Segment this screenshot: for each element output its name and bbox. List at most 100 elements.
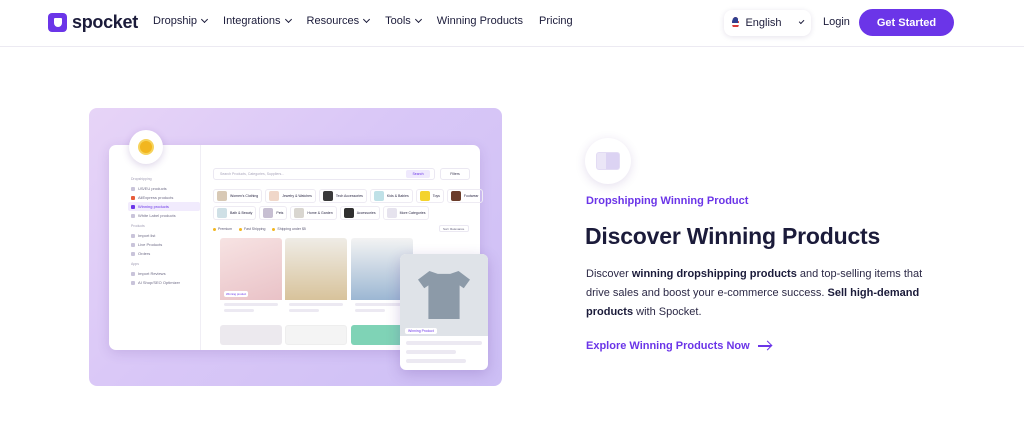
desc-text: Discover [586,268,632,280]
product-card: Winning product [220,238,282,312]
desc-text: with Spocket. [633,306,702,318]
chevron-down-icon [284,15,292,24]
menu-item-pricing[interactable]: Pricing [539,15,573,27]
us-flag-icon [732,17,740,29]
sidebar-item: US/EU products [131,184,200,193]
category-chip: Footwear [446,189,483,203]
section-eyebrow: Dropshipping Winning Product [586,195,749,207]
winning-product-tag: Winning product [224,291,249,297]
top-navigation: spocket Dropship Integrations Resources … [0,0,1024,47]
language-selector[interactable]: English [724,10,811,36]
menu-label: Resources [306,15,360,27]
featured-product-card: Winning Product [400,254,488,370]
menu-label: Integrations [223,15,281,27]
link-label: Explore Winning Products Now [586,340,750,352]
sidebar-item: Import list [131,231,200,240]
hero-description: Discover winning dropshipping products a… [586,265,926,322]
page-title: Discover Winning Products [585,223,881,249]
sidebar-section: Dropshipping [131,177,152,181]
brand-logo[interactable]: spocket [48,12,138,33]
menu-label: Dropship [153,15,198,27]
filter-chip: Fast Shipping [239,227,265,231]
mockup-search-input: Search Products, Categories, Suppliers..… [213,168,435,180]
menu-item-integrations[interactable]: Integrations [223,15,292,27]
menu-label: Tools [385,15,411,27]
mockup-sidebar: Dropshipping US/EU products AliExpress p… [109,145,201,350]
filter-chip-label: Premium [218,227,233,231]
sidebar-item: Orders [131,249,200,258]
sidebar-item: Live Products [131,240,200,249]
chevron-down-icon [414,15,422,24]
sidebar-item-label: AliExpress products [138,195,174,200]
filter-chip: Premium [213,227,232,231]
medal-icon [129,130,163,164]
chevron-down-icon [798,18,805,25]
product-card [285,238,347,312]
category-chip: Jewelry & Watches [265,189,316,203]
category-label: Tech Accessories [335,194,363,198]
product-card [220,325,282,345]
category-chip: Pets [259,206,288,220]
sidebar-item-label: AI Shop/SEO Optimizer [138,280,181,285]
category-label: Jewelry & Watches [282,194,312,198]
chevron-down-icon [200,15,209,24]
sidebar-item-active: Winning products [128,202,200,211]
sidebar-section: Products [131,224,145,228]
category-chip: More Categories [382,206,430,220]
page: spocket Dropship Integrations Resources … [0,0,1024,424]
category-label: Home & Garden [307,211,333,215]
sidebar-item-label: Winning products [138,204,169,209]
sidebar-item-label: Import Reviews [138,271,166,276]
category-label: Kids & Babies [386,194,409,198]
product-image-tshirt [400,254,488,336]
products-list-icon [585,138,631,184]
sort-dropdown: Sort: Relevance [439,225,469,232]
category-chip: Bath & Beauty [213,206,257,220]
category-chip: Kids & Babies [369,189,413,203]
chevron-down-icon [363,15,371,24]
category-grid: Women's Clothing Jewelry & Watches Tech … [213,189,483,223]
category-chip: Tech Accessories [318,189,367,203]
get-started-button[interactable]: Get Started [859,9,954,36]
category-label: Pets [276,211,284,215]
menu-item-resources[interactable]: Resources [306,15,371,27]
login-link[interactable]: Login [823,16,850,28]
category-label: Women's Clothing [230,194,259,198]
category-chip: Accessories [339,206,380,220]
menu-item-tools[interactable]: Tools [385,15,422,27]
filter-chip-label: Fast Shipping [244,227,266,231]
winning-product-tag: Winning Product [405,328,437,334]
sidebar-item-label: Live Products [138,242,163,247]
arrow-right-icon [757,345,771,347]
sidebar-item: AliExpress products [131,193,200,202]
menu-item-winning-products[interactable]: Winning Products [437,15,523,27]
mockup-filters-button: Filters [440,168,470,180]
desc-bold: winning dropshipping products [631,268,797,280]
sidebar-section: Apps [131,262,139,266]
category-label: Footwear [463,194,479,198]
explore-winning-products-link[interactable]: Explore Winning Products Now [586,340,771,352]
category-label: More Categories [399,211,426,215]
sidebar-item-label: Orders [138,251,151,256]
menu-label: Pricing [539,15,573,27]
category-chip: Home & Garden [290,206,337,220]
main-menu: Dropship Integrations Resources Tools Wi… [153,15,573,27]
category-chip: Women's Clothing [213,189,263,203]
sidebar-item-label: White Label products [138,213,176,218]
sidebar-item-label: US/EU products [138,186,167,191]
category-label: Toys [432,194,440,198]
sidebar-item: White Label products [131,211,200,220]
menu-item-dropship[interactable]: Dropship [153,15,209,27]
menu-label: Winning Products [436,15,523,27]
brand-name: spocket [72,12,138,32]
category-label: Bath & Beauty [230,211,253,215]
logo-icon [48,13,67,32]
product-card [285,325,347,345]
filter-chip-row: Premium Fast Shipping Shipping under $5 [213,227,306,231]
sidebar-item: Import Reviews [131,269,200,278]
filter-chip-label: Shipping under $5 [277,227,306,231]
filter-chip: Shipping under $5 [272,227,306,231]
product-image-coat [285,238,347,300]
product-illustration: Dropshipping US/EU products AliExpress p… [89,108,502,386]
category-label: Accessories [356,211,376,215]
